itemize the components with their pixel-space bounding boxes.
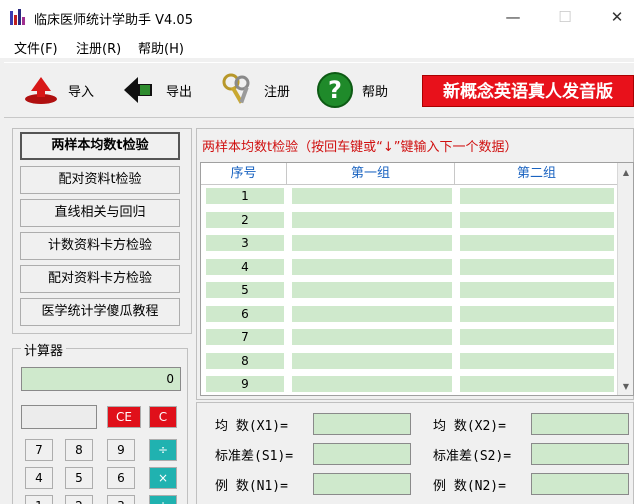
- mean1-field[interactable]: [313, 413, 411, 435]
- help-button[interactable]: ? 帮助: [316, 67, 388, 113]
- group2-value-cell[interactable]: [459, 187, 615, 205]
- group1-value-cell[interactable]: [291, 352, 453, 370]
- calc-key-1[interactable]: 1: [25, 495, 53, 504]
- group2-value-cell[interactable]: [459, 211, 615, 229]
- calculator-display: 0: [21, 367, 181, 391]
- n2-field[interactable]: [531, 473, 629, 495]
- row-index-cell: 4: [205, 258, 285, 276]
- two-sample-t-test-button[interactable]: 两样本均数t检验: [20, 132, 180, 160]
- group1-value-cell[interactable]: [291, 258, 453, 276]
- import-icon: [22, 71, 60, 109]
- mean1-label: 均 数(X1)=: [215, 419, 288, 434]
- menu-bar: 文件(F) 注册(R) 帮助(H): [0, 34, 634, 58]
- promo-banner-button[interactable]: 新概念英语真人发音版: [422, 75, 634, 107]
- row-index-cell: 7: [205, 328, 285, 346]
- correlation-regression-button[interactable]: 直线相关与回归: [20, 199, 180, 227]
- group1-value-cell[interactable]: [291, 281, 453, 299]
- group2-value-cell[interactable]: [459, 352, 615, 370]
- export-button[interactable]: 导出: [120, 67, 192, 113]
- column-header-group1: 第一组: [287, 163, 455, 185]
- paired-t-test-button[interactable]: 配对资料t检验: [20, 166, 180, 194]
- close-button[interactable]: ✕: [602, 6, 632, 28]
- group1-value-cell[interactable]: [291, 375, 453, 393]
- app-chart-icon: [10, 9, 28, 25]
- group2-value-cell[interactable]: [459, 258, 615, 276]
- calculator-memory-display: [21, 405, 97, 429]
- scroll-up-arrow-icon[interactable]: ▲: [618, 165, 633, 181]
- group1-value-cell[interactable]: [291, 328, 453, 346]
- count-chi-square-button[interactable]: 计数资料卡方检验: [20, 232, 180, 260]
- calc-key-4[interactable]: 4: [25, 467, 53, 489]
- column-header-index: 序号: [201, 163, 287, 185]
- calc-key-6[interactable]: 6: [107, 467, 135, 489]
- row-index-cell: 5: [205, 281, 285, 299]
- n1-label: 例 数(N1)=: [215, 479, 288, 494]
- sd1-field[interactable]: [313, 443, 411, 465]
- mean2-field[interactable]: [531, 413, 629, 435]
- mean2-label: 均 数(X2)=: [433, 419, 506, 434]
- help-icon: ?: [316, 71, 354, 109]
- group2-value-cell[interactable]: [459, 281, 615, 299]
- stats-panel: 均 数(X1)= 均 数(X2)= 标准差(S1)= 标准差(S2)= 例 数(…: [196, 402, 634, 504]
- minimize-button[interactable]: —: [498, 6, 528, 28]
- group1-value-cell[interactable]: [291, 305, 453, 323]
- menu-help[interactable]: 帮助(H): [138, 38, 184, 57]
- sd1-label: 标准差(S1)=: [215, 449, 294, 464]
- calc-key-3[interactable]: 3: [107, 495, 135, 504]
- menu-file[interactable]: 文件(F): [14, 38, 58, 57]
- data-entry-title: 两样本均数t检验（按回车键或“↓”键输入下一个数据）: [202, 140, 518, 155]
- row-index-cell: 1: [205, 187, 285, 205]
- group1-value-cell[interactable]: [291, 187, 453, 205]
- svg-text:?: ?: [328, 76, 342, 104]
- group2-value-cell[interactable]: [459, 375, 615, 393]
- register-label: 注册: [264, 84, 291, 100]
- paired-chi-square-button[interactable]: 配对资料卡方检验: [20, 265, 180, 293]
- title-bar: 临床医师统计学助手 V4.05 — ☐ ✕: [0, 0, 634, 34]
- data-entry-panel: 两样本均数t检验（按回车键或“↓”键输入下一个数据） 序号 第一组 第二组 1 2…: [196, 128, 634, 504]
- group2-value-cell[interactable]: [459, 305, 615, 323]
- calc-add-button[interactable]: +: [149, 495, 177, 504]
- export-label: 导出: [166, 84, 193, 100]
- calc-key-8[interactable]: 8: [65, 439, 93, 461]
- group1-value-cell[interactable]: [291, 211, 453, 229]
- calc-key-5[interactable]: 5: [65, 467, 93, 489]
- maximize-button[interactable]: ☐: [550, 6, 580, 28]
- calc-key-7[interactable]: 7: [25, 439, 53, 461]
- calc-multiply-button[interactable]: ×: [149, 467, 177, 489]
- data-grid: 序号 第一组 第二组 1 2 3 4 5 6 7 8 9 ▲ ▼: [200, 162, 634, 396]
- column-header-group2: 第二组: [455, 163, 619, 185]
- row-index-cell: 6: [205, 305, 285, 323]
- sd2-label: 标准差(S2)=: [433, 449, 512, 464]
- row-index-cell: 9: [205, 375, 285, 393]
- import-label: 导入: [68, 84, 95, 100]
- window-title: 临床医师统计学助手 V4.05: [34, 13, 193, 28]
- row-index-cell: 2: [205, 211, 285, 229]
- n2-label: 例 数(N2)=: [433, 479, 506, 494]
- menu-register[interactable]: 注册(R): [76, 38, 121, 57]
- calculator-legend: 计算器: [21, 340, 67, 359]
- calc-ce-button[interactable]: CE: [107, 406, 141, 428]
- register-button[interactable]: 注册: [218, 67, 290, 113]
- calc-c-button[interactable]: C: [149, 406, 177, 428]
- help-label: 帮助: [362, 84, 389, 100]
- row-index-cell: 3: [205, 234, 285, 252]
- toolbar: 导入 导出 注册 ? 帮助 新概念英语真人发音版: [4, 62, 634, 118]
- n1-field[interactable]: [313, 473, 411, 495]
- group1-value-cell[interactable]: [291, 234, 453, 252]
- group2-value-cell[interactable]: [459, 234, 615, 252]
- grid-scrollbar[interactable]: ▲ ▼: [617, 163, 633, 395]
- calc-key-9[interactable]: 9: [107, 439, 135, 461]
- calc-key-2[interactable]: 2: [65, 495, 93, 504]
- calc-divide-button[interactable]: ÷: [149, 439, 177, 461]
- calculator-group: 计算器 0 CE C 7 8 9 ÷ 4 5 6 × 1 2 3 +: [12, 340, 188, 504]
- keys-icon: [218, 71, 256, 109]
- sd2-field[interactable]: [531, 443, 629, 465]
- row-index-cell: 8: [205, 352, 285, 370]
- tutorial-button[interactable]: 医学统计学傻瓜教程: [20, 298, 180, 326]
- group2-value-cell[interactable]: [459, 328, 615, 346]
- export-icon: [120, 71, 158, 109]
- import-button[interactable]: 导入: [22, 67, 94, 113]
- scroll-down-arrow-icon[interactable]: ▼: [618, 379, 633, 395]
